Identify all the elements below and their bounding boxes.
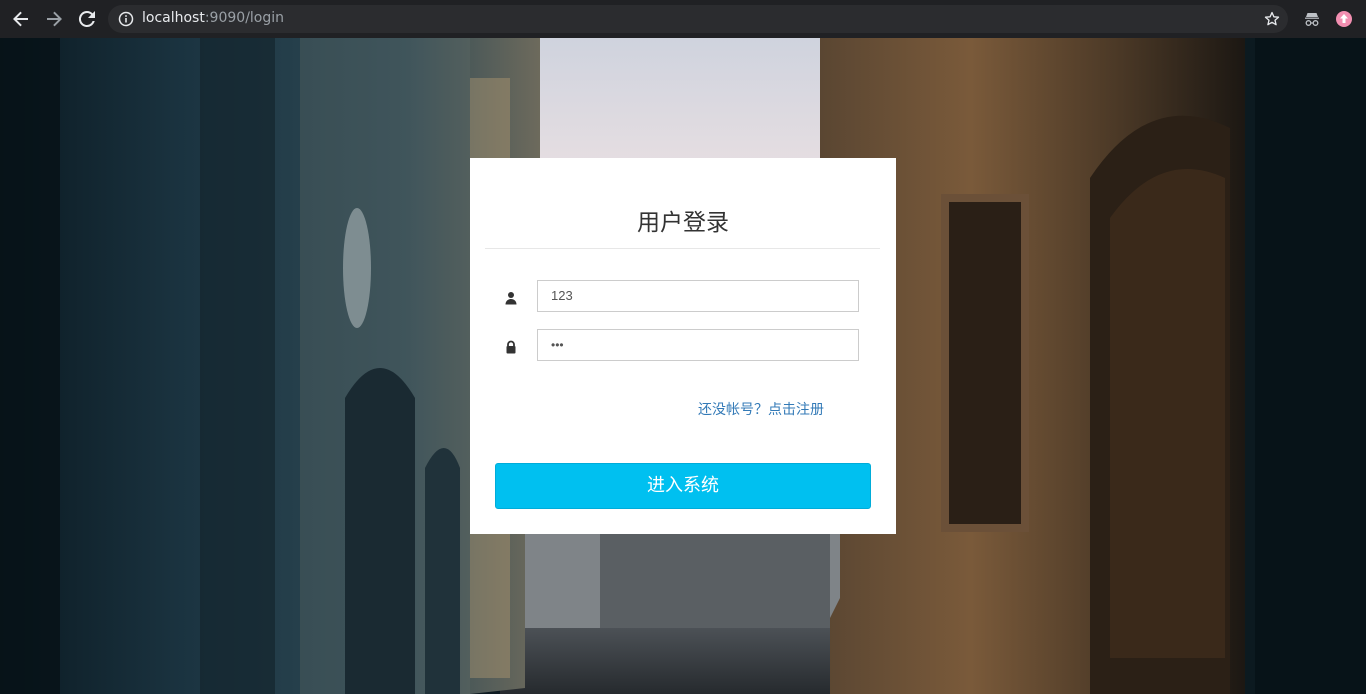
url-host: localhost — [142, 10, 205, 26]
login-submit-button[interactable]: 进入系统 — [495, 463, 871, 509]
browser-toolbar: localhost:9090/login — [0, 0, 1366, 39]
url-path: :9090/login — [204, 10, 285, 26]
username-input[interactable]: 123 — [537, 280, 859, 312]
lock-icon — [504, 339, 518, 354]
back-arrow-icon[interactable] — [9, 7, 33, 31]
login-title: 用户登录 — [637, 210, 729, 236]
title-divider — [485, 248, 880, 249]
info-icon[interactable] — [118, 11, 134, 27]
address-bar[interactable]: localhost:9090/login — [108, 5, 1288, 33]
password-input[interactable]: ••• — [537, 329, 859, 361]
url-text: localhost:9090/login — [142, 10, 284, 26]
reload-icon[interactable] — [75, 7, 99, 31]
user-icon — [504, 290, 518, 305]
incognito-icon[interactable] — [1301, 8, 1323, 30]
forward-arrow-icon[interactable] — [42, 7, 66, 31]
profile-icon[interactable] — [1333, 8, 1355, 30]
login-panel: 用户登录 123 ••• 还没帐号？点击注册 进入系统 — [470, 158, 896, 534]
register-link[interactable]: 还没帐号？点击注册 — [698, 399, 824, 419]
star-icon[interactable] — [1261, 8, 1283, 30]
